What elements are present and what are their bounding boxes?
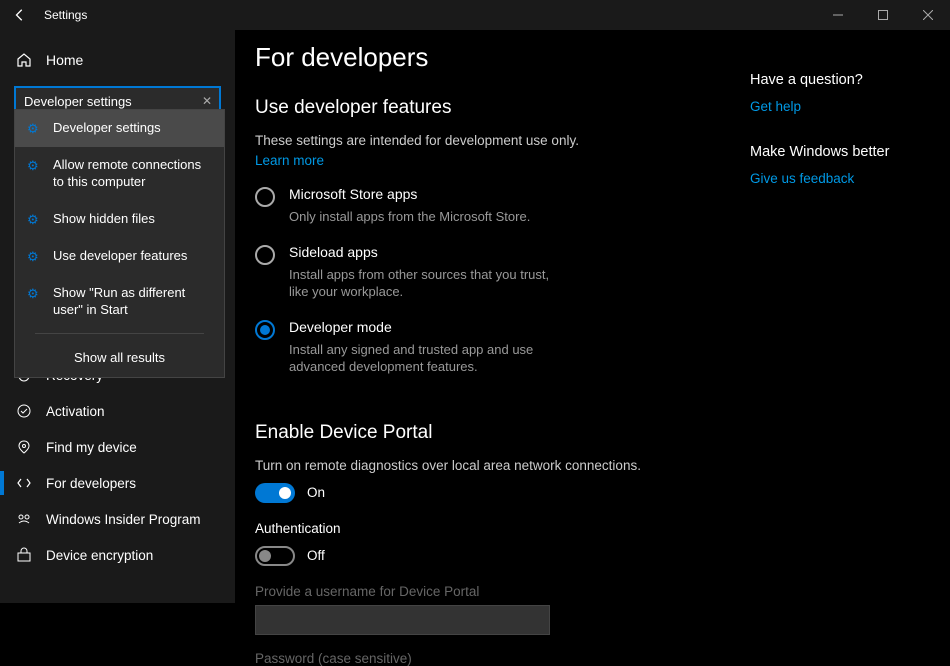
section-heading: Enable Device Portal — [255, 422, 750, 444]
settings-icon: ⚙ — [27, 158, 41, 174]
radio-option-sideload[interactable]: Sideload apps Install apps from other so… — [255, 244, 750, 301]
sidebar-item-for-developers[interactable]: For developers — [0, 465, 235, 501]
back-button[interactable] — [0, 0, 40, 30]
radio-label: Developer mode — [289, 319, 569, 335]
sidebar-item-insider[interactable]: Windows Insider Program — [0, 501, 235, 537]
home-label: Home — [46, 52, 83, 68]
feedback-link[interactable]: Give us feedback — [750, 171, 854, 186]
password-label: Password (case sensitive) — [255, 651, 750, 666]
suggestion-label: Show "Run as different user" in Start — [53, 285, 212, 319]
minimize-button[interactable] — [815, 0, 860, 30]
search-suggestions: ⚙ Developer settings ⚙ Allow remote conn… — [14, 109, 225, 378]
nav-label: Device encryption — [46, 548, 153, 563]
page-title: For developers — [255, 42, 750, 73]
radio-option-developer[interactable]: Developer mode Install any signed and tr… — [255, 319, 750, 376]
help-heading: Have a question? — [750, 72, 940, 88]
radio-button[interactable] — [255, 187, 275, 207]
nav-label: Find my device — [46, 440, 137, 455]
radio-label: Sideload apps — [289, 244, 569, 260]
section-heading: Use developer features — [255, 97, 750, 119]
titlebar: Settings — [0, 0, 950, 30]
find-device-icon — [16, 439, 32, 455]
suggestion-item[interactable]: ⚙ Developer settings — [15, 110, 224, 147]
radio-button[interactable] — [255, 245, 275, 265]
auth-label: Authentication — [255, 521, 750, 536]
divider — [35, 333, 204, 334]
radio-description: Install any signed and trusted app and u… — [289, 341, 569, 376]
show-all-results[interactable]: Show all results — [15, 338, 224, 377]
settings-icon: ⚙ — [27, 121, 41, 137]
insider-icon — [16, 511, 32, 527]
nav-label: Windows Insider Program — [46, 512, 201, 527]
suggestion-item[interactable]: ⚙ Show "Run as different user" in Start — [15, 275, 224, 329]
suggestion-item[interactable]: ⚙ Allow remote connections to this compu… — [15, 147, 224, 201]
radio-option-store[interactable]: Microsoft Store apps Only install apps f… — [255, 186, 750, 226]
sidebar-item-find-device[interactable]: Find my device — [0, 429, 235, 465]
developers-icon — [16, 475, 32, 491]
suggestion-item[interactable]: ⚙ Show hidden files — [15, 201, 224, 238]
toggle-state-label: Off — [307, 548, 325, 563]
settings-icon: ⚙ — [27, 286, 41, 302]
suggestion-item[interactable]: ⚙ Use developer features — [15, 238, 224, 275]
home-icon — [16, 52, 32, 68]
window-title: Settings — [40, 8, 87, 22]
radio-description: Install apps from other sources that you… — [289, 266, 569, 301]
device-portal-toggle[interactable] — [255, 483, 295, 503]
settings-icon: ⚙ — [27, 249, 41, 265]
nav-label: For developers — [46, 476, 136, 491]
section-description: Turn on remote diagnostics over local ar… — [255, 458, 750, 473]
suggestion-label: Allow remote connections to this compute… — [53, 157, 212, 191]
username-label: Provide a username for Device Portal — [255, 584, 750, 599]
sidebar-item-encryption[interactable]: Device encryption — [0, 537, 235, 573]
suggestion-label: Use developer features — [53, 248, 212, 265]
content-area: For developers Use developer features Th… — [235, 30, 950, 603]
authentication-toggle[interactable] — [255, 546, 295, 566]
toggle-state-label: On — [307, 485, 325, 500]
suggestion-label: Developer settings — [53, 120, 212, 137]
suggestion-label: Show hidden files — [53, 211, 212, 228]
section-description: These settings are intended for developm… — [255, 133, 750, 148]
radio-label: Microsoft Store apps — [289, 186, 530, 202]
close-button[interactable] — [905, 0, 950, 30]
sidebar-item-activation[interactable]: Activation — [0, 393, 235, 429]
get-help-link[interactable]: Get help — [750, 99, 801, 114]
feedback-heading: Make Windows better — [750, 144, 940, 160]
maximize-button[interactable] — [860, 0, 905, 30]
username-input[interactable] — [255, 605, 550, 635]
settings-icon: ⚙ — [27, 212, 41, 228]
activation-icon — [16, 403, 32, 419]
radio-button[interactable] — [255, 320, 275, 340]
radio-description: Only install apps from the Microsoft Sto… — [289, 208, 530, 226]
sidebar: Home ✕ Recovery Activation Find my devic… — [0, 30, 235, 603]
learn-more-link[interactable]: Learn more — [255, 153, 324, 168]
clear-search-icon[interactable]: ✕ — [200, 94, 214, 108]
search-input[interactable] — [24, 94, 200, 109]
home-nav[interactable]: Home — [0, 44, 235, 76]
encryption-icon — [16, 547, 32, 563]
nav-label: Activation — [46, 404, 105, 419]
